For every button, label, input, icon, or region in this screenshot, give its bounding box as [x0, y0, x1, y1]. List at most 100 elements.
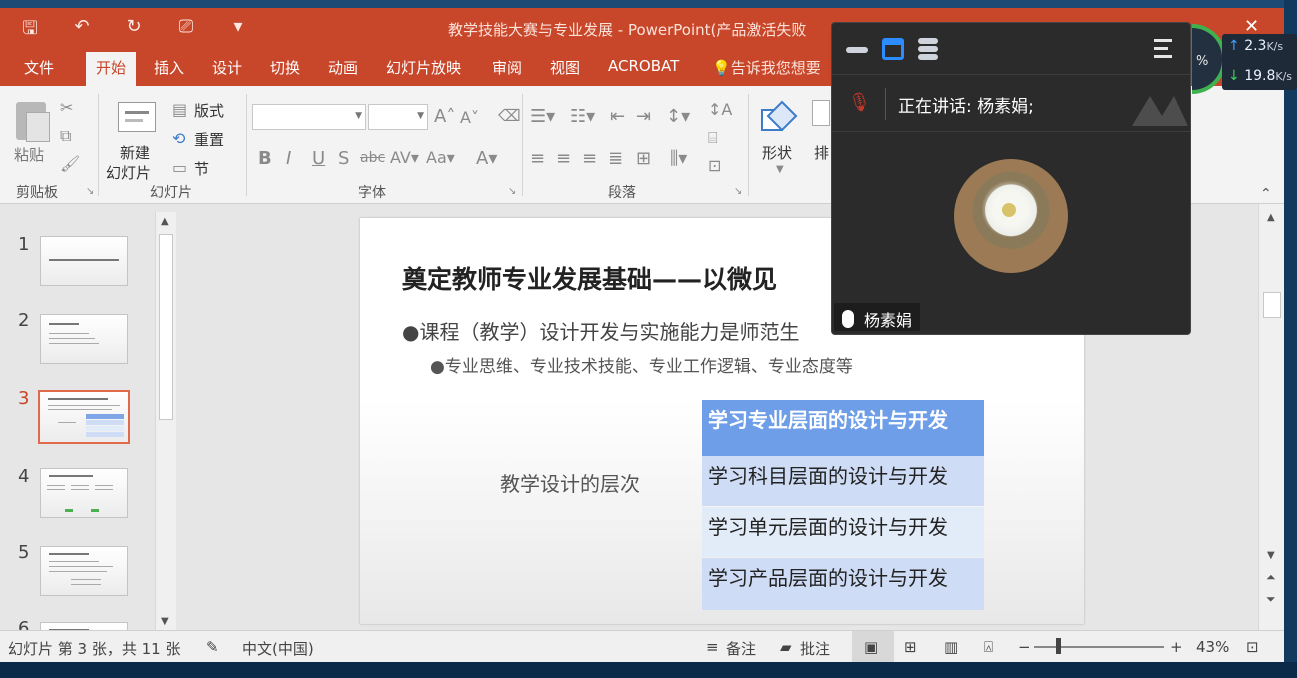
font-size-combo[interactable]: ▼ — [368, 104, 428, 130]
paste-label[interactable]: 粘贴 — [14, 144, 44, 165]
collapse-panel-icon[interactable] — [1154, 39, 1176, 59]
tab-file[interactable]: 文件 — [24, 57, 54, 78]
text-direction-icon[interactable]: ↕A — [708, 100, 732, 119]
participant-avatar[interactable] — [954, 159, 1068, 273]
dialog-launcher-icon[interactable]: ↘ — [508, 186, 516, 197]
reading-view-icon[interactable]: ▥ — [944, 638, 958, 656]
slide-sorter-icon[interactable]: ⊞ — [904, 638, 917, 656]
bullets-icon[interactable]: ☰▾ — [530, 106, 555, 127]
undo-icon[interactable]: ↶ — [70, 16, 94, 46]
arrange-icon[interactable] — [812, 100, 830, 126]
thumbnails-scrollbar[interactable]: ▲ ▼ — [155, 212, 176, 630]
slide-title[interactable]: 奠定教师专业发展基础——以微见 — [402, 260, 777, 296]
smartart-icon[interactable]: ⊡ — [708, 156, 721, 175]
clear-format-icon[interactable]: ⌫ — [498, 106, 521, 125]
save-icon[interactable]: 🖫 — [18, 16, 42, 46]
char-spacing-icon[interactable]: AV▾ — [390, 148, 419, 167]
new-slide-icon[interactable] — [118, 102, 156, 132]
design-level-item[interactable]: 学习单元层面的设计与开发 — [702, 507, 984, 557]
align-text-icon[interactable]: ⌸ — [708, 128, 718, 148]
numbering-icon[interactable]: ☷▾ — [570, 106, 595, 127]
section-button[interactable]: 节 — [194, 158, 209, 179]
slide-thumbnail-1[interactable] — [40, 236, 128, 286]
design-level-item[interactable]: 学习专业层面的设计与开发 — [702, 400, 984, 456]
copy-icon[interactable]: ⧉ — [60, 126, 71, 146]
collapse-ribbon-icon[interactable]: ⌃ — [1260, 186, 1272, 202]
bold-icon[interactable]: B — [258, 148, 272, 169]
design-level-item[interactable]: 学习科目层面的设计与开发 — [702, 456, 984, 506]
shadow-icon[interactable]: S — [338, 148, 349, 169]
slide-bullet-2[interactable]: ●专业思维、专业技术技能、专业工作逻辑、专业态度等 — [430, 352, 853, 377]
justify-icon[interactable]: ≣ — [608, 148, 623, 169]
scroll-up-icon[interactable]: ▲ — [161, 216, 169, 227]
tab-slideshow[interactable]: 幻灯片放映 — [386, 57, 461, 78]
slide-thumbnail-6[interactable] — [40, 622, 128, 630]
font-color-icon[interactable]: A▾ — [476, 148, 497, 169]
scroll-thumb[interactable] — [159, 234, 173, 420]
new-slide-label-2[interactable]: 幻灯片 — [106, 162, 151, 183]
layout-button[interactable]: 版式 — [194, 100, 224, 121]
design-levels-label[interactable]: 教学设计的层次 — [500, 468, 640, 497]
zoom-slider[interactable] — [1034, 646, 1164, 648]
italic-icon[interactable]: I — [286, 148, 291, 169]
underline-icon[interactable]: U — [312, 148, 325, 169]
tab-insert[interactable]: 插入 — [154, 57, 184, 78]
tell-me-search[interactable]: 💡告诉我您想要 — [712, 57, 821, 78]
tab-animations[interactable]: 动画 — [328, 57, 358, 78]
scroll-down-icon[interactable]: ▼ — [161, 616, 169, 627]
distributed-icon[interactable]: ⊞ — [636, 148, 651, 169]
line-spacing-icon[interactable]: ↕▾ — [666, 106, 690, 127]
slide-thumbnail-3[interactable] — [38, 390, 130, 444]
tab-home[interactable]: 开始 — [86, 52, 137, 86]
comments-button[interactable]: 批注 — [800, 638, 830, 659]
slideshow-from-start-icon[interactable]: ⎚ — [174, 16, 198, 46]
align-right-icon[interactable]: ≡ — [582, 148, 597, 169]
font-name-combo[interactable]: ▼ — [252, 104, 366, 130]
mic-muted-icon[interactable]: 🎙 — [848, 92, 871, 113]
zoom-out-icon[interactable]: − — [1018, 638, 1031, 656]
decrease-indent-icon[interactable]: ⇤ — [610, 106, 625, 127]
list-view-icon[interactable] — [918, 38, 940, 60]
arrange-label[interactable]: 排 — [814, 142, 829, 163]
align-left-icon[interactable]: ≡ — [530, 148, 545, 169]
net-speed-widget[interactable]: % ↑ 2.3K/s ↓ 19.8K/s — [1192, 22, 1297, 100]
format-painter-icon[interactable]: 🖌 — [60, 154, 80, 173]
scroll-up-icon[interactable]: ▲ — [1267, 212, 1275, 223]
tab-view[interactable]: 视图 — [550, 57, 580, 78]
previous-slide-icon[interactable]: ⏶ — [1266, 570, 1276, 585]
dialog-launcher-icon[interactable]: ↘ — [734, 186, 742, 197]
shapes-label[interactable]: 形状 — [762, 142, 792, 163]
tab-transitions[interactable]: 切换 — [270, 57, 300, 78]
strikethrough-icon[interactable]: abc — [360, 150, 385, 166]
spell-check-icon[interactable]: ✎ — [206, 638, 219, 656]
dialog-launcher-icon[interactable]: ↘ — [86, 186, 94, 197]
zoom-in-icon[interactable]: + — [1170, 638, 1183, 656]
next-slide-icon[interactable]: ⏷ — [1266, 592, 1276, 607]
zoom-slider-knob[interactable] — [1056, 638, 1061, 654]
meeting-floating-window[interactable]: 🎙 正在讲话: 杨素娟; 杨素娟 — [831, 22, 1191, 335]
slide-bullet-1[interactable]: ●课程（教学）设计开发与实施能力是师范生 — [402, 316, 799, 345]
tab-design[interactable]: 设计 — [212, 57, 242, 78]
slide-scrollbar[interactable]: ▲ ▼ ⏶ ⏷ — [1258, 204, 1284, 630]
window-mode-icon[interactable] — [882, 38, 904, 60]
decrease-font-icon[interactable]: A˅ — [460, 108, 479, 127]
change-case-icon[interactable]: Aa▾ — [426, 148, 455, 167]
design-level-item[interactable]: 学习产品层面的设计与开发 — [702, 558, 984, 610]
columns-icon[interactable]: ⫼▾ — [670, 148, 687, 169]
language-indicator[interactable]: 中文(中国) — [242, 638, 314, 659]
slide-thumbnail-2[interactable] — [40, 314, 128, 364]
tab-acrobat[interactable]: ACROBAT — [608, 57, 679, 75]
paste-icon[interactable] — [16, 102, 50, 142]
customize-qat-icon[interactable]: ▾ — [226, 16, 250, 46]
align-center-icon[interactable]: ≡ — [556, 148, 571, 169]
new-slide-label-1[interactable]: 新建 — [120, 142, 150, 163]
fit-to-window-icon[interactable]: ⊡ — [1246, 638, 1259, 656]
slide-thumbnail-5[interactable] — [40, 546, 128, 596]
shapes-icon[interactable] — [760, 100, 798, 134]
scroll-thumb[interactable] — [1263, 292, 1281, 318]
cut-icon[interactable]: ✂ — [60, 98, 73, 117]
tab-review[interactable]: 审阅 — [492, 57, 522, 78]
slideshow-view-icon[interactable]: ⍓ — [984, 638, 993, 656]
notes-button[interactable]: 备注 — [726, 638, 756, 659]
zoom-level[interactable]: 43% — [1196, 638, 1229, 656]
